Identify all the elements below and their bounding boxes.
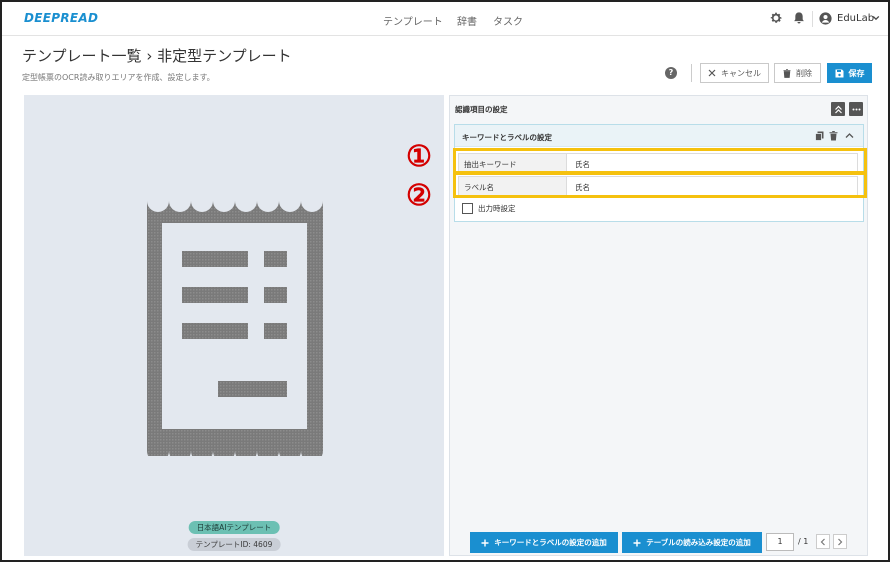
chevron-up-icon[interactable]: [845, 131, 854, 141]
delete-button[interactable]: 削除: [774, 63, 821, 83]
panel-header: 認識項目の設定: [455, 100, 865, 118]
page-title: テンプレート一覧 › 非定型テンプレート: [22, 47, 292, 65]
top-navbar: DEEPREAD テンプレート 辞書 タスク EduLab: [2, 2, 888, 36]
receipt-icon: [147, 201, 323, 456]
callout-number-1: ①: [406, 139, 432, 173]
cancel-button-label: キャンセル: [721, 68, 761, 78]
page-total: / 1: [798, 537, 809, 546]
save-button-label: 保存: [848, 68, 865, 78]
add-table-reading-button[interactable]: テーブルの読み込み設定の追加: [622, 532, 762, 553]
cancel-button[interactable]: キャンセル: [700, 63, 769, 83]
nav-link-dictionary[interactable]: 辞書: [457, 13, 477, 28]
app-window: DEEPREAD テンプレート 辞書 タスク EduLab テンプレート一覧 ›…: [0, 0, 890, 562]
callout-number-2: ②: [406, 178, 432, 212]
chevron-left-icon: [820, 538, 825, 545]
chevron-right-icon: [838, 538, 843, 545]
more-options-button[interactable]: [849, 102, 863, 116]
panel-bottom-bar: キーワードとラベルの設定の追加 テーブルの読み込み設定の追加 1 / 1: [450, 526, 867, 556]
add-keyword-label-button[interactable]: キーワードとラベルの設定の追加: [470, 532, 618, 553]
previous-page-button[interactable]: [816, 534, 830, 549]
page-subtitle: 定型帳票のOCR読み取りエリアを作成、設定します。: [22, 73, 215, 82]
save-button[interactable]: 保存: [827, 63, 872, 83]
panel-title: 認識項目の設定: [455, 105, 508, 114]
double-chevron-up-icon: [834, 105, 842, 113]
help-icon[interactable]: ?: [665, 67, 677, 79]
page-number-input[interactable]: 1: [766, 533, 794, 551]
output-setting-row: 出力時設定: [462, 202, 516, 214]
output-setting-label: 出力時設定: [478, 203, 516, 213]
user-avatar-icon[interactable]: [819, 12, 832, 25]
bell-icon[interactable]: [792, 11, 806, 25]
add-keyword-label-text: キーワードとラベルの設定の追加: [494, 538, 607, 547]
gear-icon[interactable]: [769, 11, 783, 25]
highlight-box-1: [453, 148, 867, 174]
trash-icon[interactable]: [829, 131, 838, 141]
nav-link-tasks[interactable]: タスク: [493, 13, 523, 28]
next-page-button[interactable]: [833, 534, 847, 549]
add-table-reading-text: テーブルの読み込み設定の追加: [646, 538, 751, 547]
output-setting-checkbox[interactable]: [462, 202, 473, 214]
chevron-down-icon[interactable]: [872, 14, 880, 22]
nav-link-templates[interactable]: テンプレート: [383, 13, 443, 28]
user-menu-name[interactable]: EduLab: [837, 13, 874, 24]
save-disk-icon: [835, 69, 843, 77]
close-icon: [708, 69, 716, 77]
copy-icon[interactable]: [815, 131, 824, 141]
card-title: キーワードとラベルの設定: [462, 133, 552, 142]
highlight-box-2: [453, 172, 867, 198]
app-logo[interactable]: DEEPREAD: [24, 11, 98, 25]
nav-divider: [812, 11, 813, 27]
collapse-all-button[interactable]: [831, 102, 845, 116]
plus-icon: [633, 539, 641, 546]
template-language-badge: 日本語AIテンプレート: [188, 521, 280, 534]
more-dots-icon: [852, 108, 860, 110]
header-divider: [691, 64, 692, 82]
plus-icon: [481, 539, 489, 546]
template-id-badge: テンプレートID: 4609: [187, 538, 281, 551]
trash-icon: [783, 68, 791, 78]
document-preview-area: 日本語AIテンプレート テンプレートID: 4609: [24, 95, 444, 556]
card-header[interactable]: キーワードとラベルの設定: [455, 125, 863, 147]
delete-button-label: 削除: [796, 68, 812, 78]
